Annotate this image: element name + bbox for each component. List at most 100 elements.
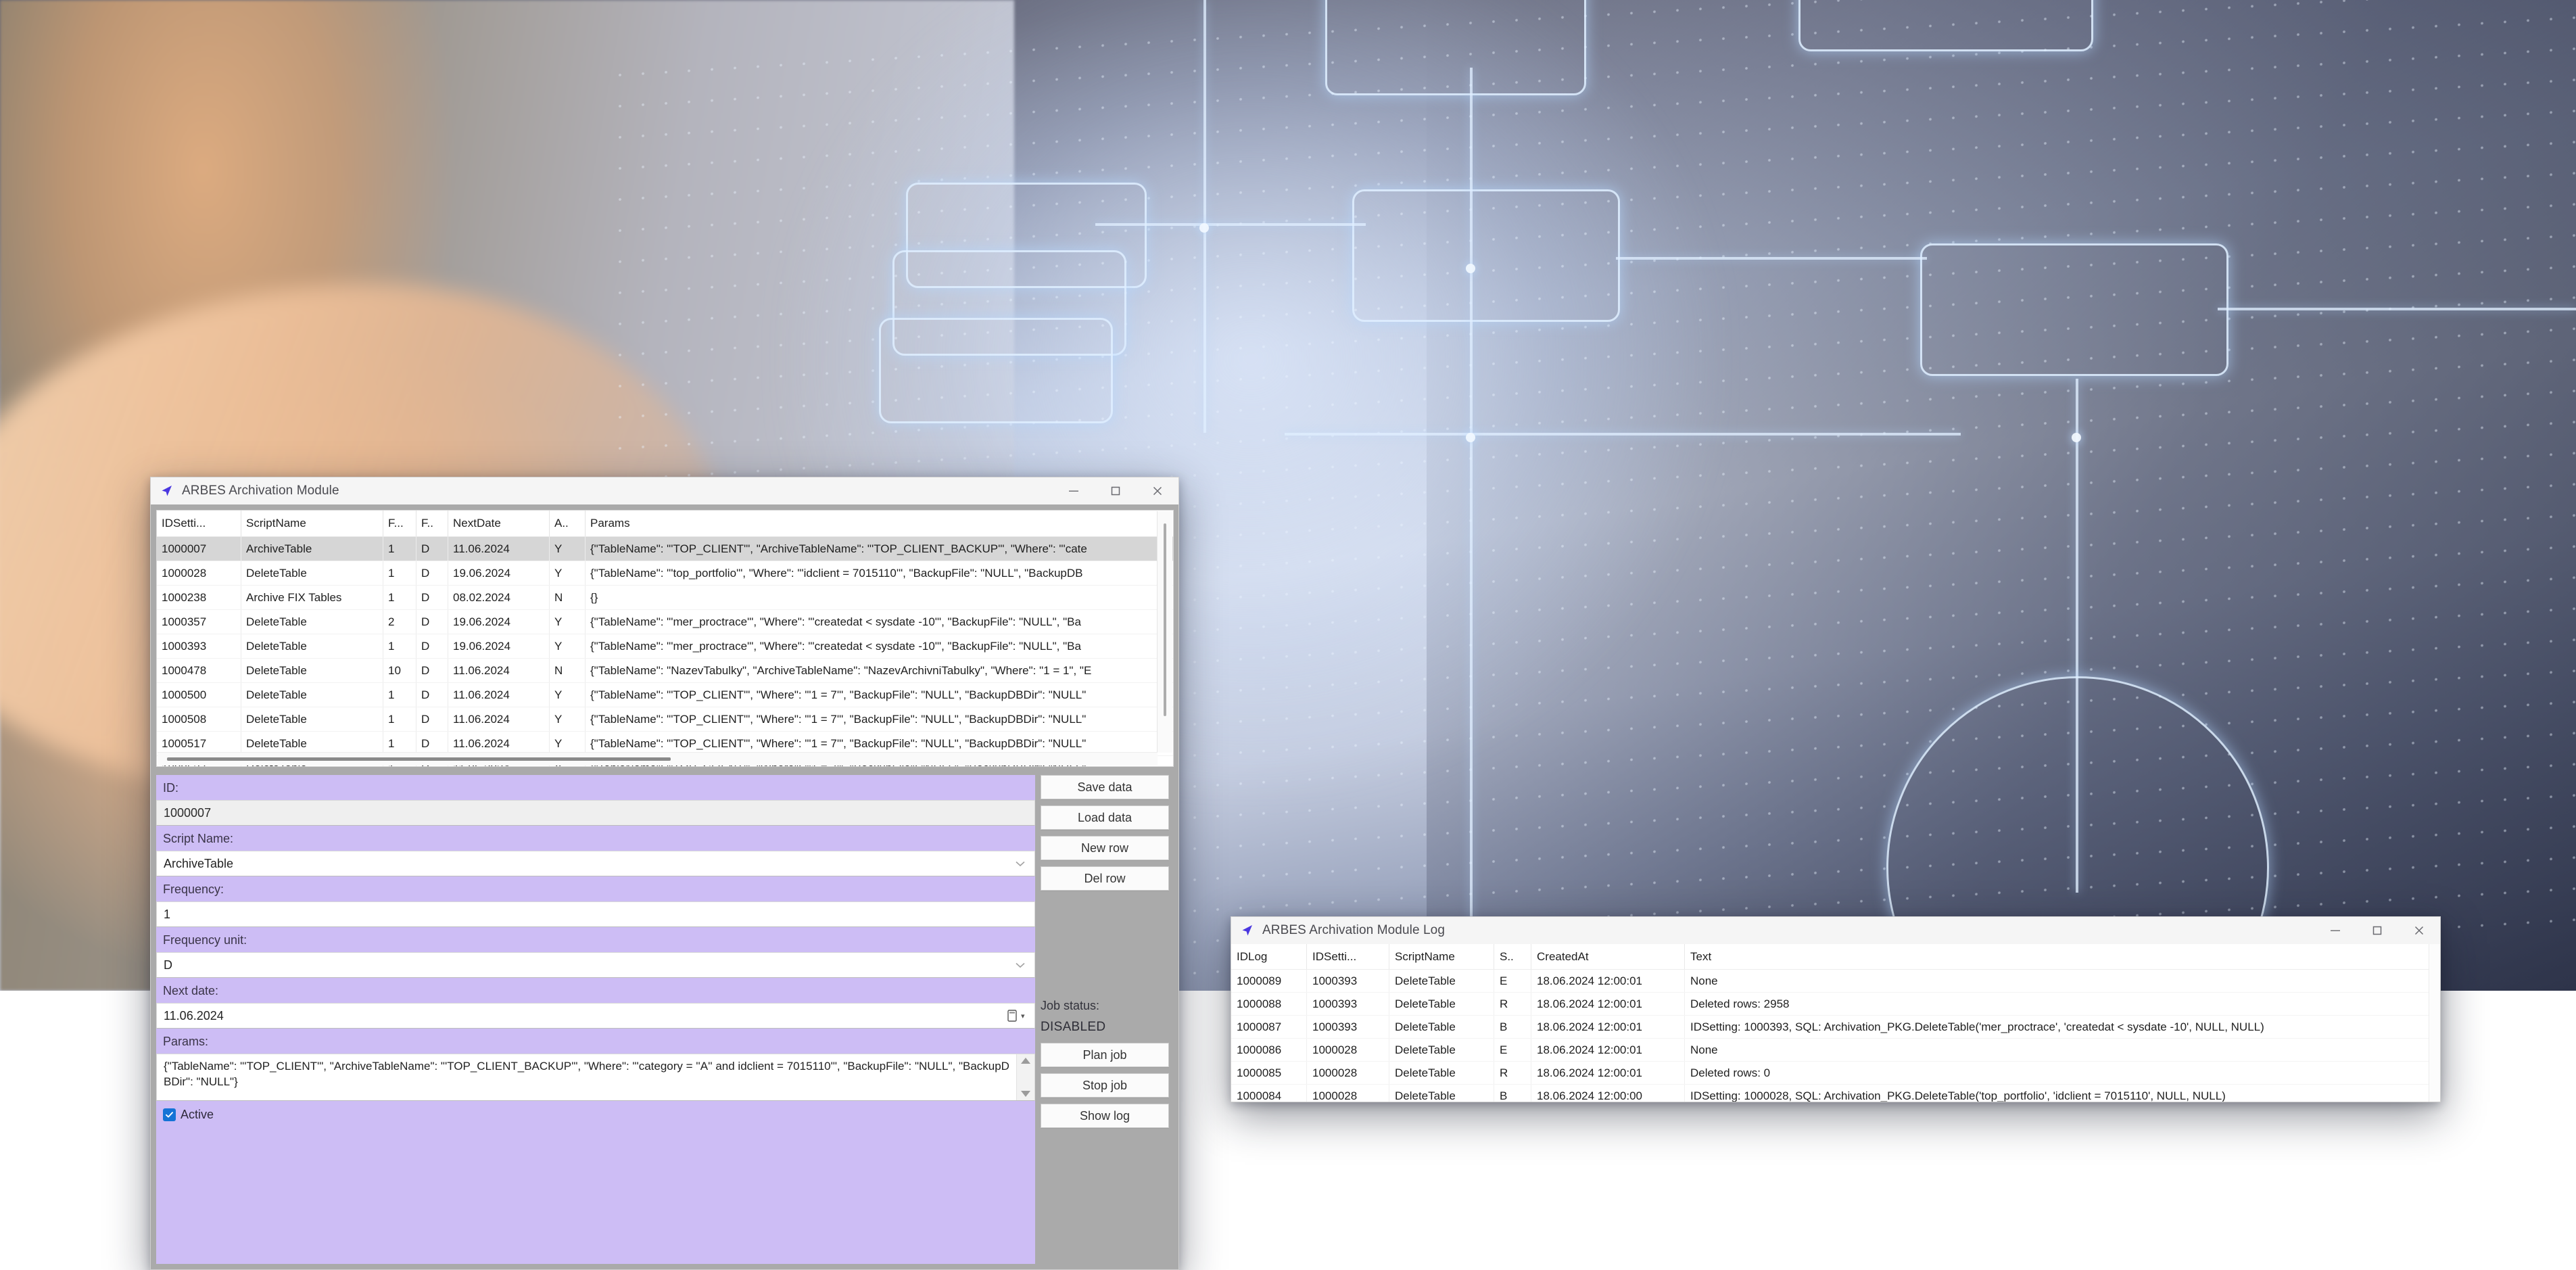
cell-frequency-unit: D: [416, 707, 448, 732]
col-idlog[interactable]: IDLog: [1231, 944, 1307, 970]
cell-scriptname: DeleteTable: [1389, 1015, 1494, 1039]
close-icon[interactable]: [1137, 477, 1178, 504]
col-frequency-unit[interactable]: F..: [416, 511, 448, 537]
table-row[interactable]: 1000393 DeleteTable 1 D 19.06.2024 Y {"T…: [157, 634, 1173, 659]
log-window-titlebar[interactable]: ARBES Archivation Module Log: [1231, 917, 2440, 945]
grid-vertical-scrollbar[interactable]: [1157, 511, 1172, 753]
table-row[interactable]: 1000357 DeleteTable 2 D 19.06.2024 Y {"T…: [157, 609, 1173, 634]
table-row[interactable]: 1000028 DeleteTable 1 D 19.06.2024 Y {"T…: [157, 561, 1173, 586]
del-row-button[interactable]: Del row: [1041, 866, 1169, 891]
stop-job-button[interactable]: Stop job: [1041, 1073, 1169, 1098]
params-scrollbar[interactable]: [1016, 1054, 1034, 1100]
settings-table: IDSetti... ScriptName F... F.. NextDate …: [157, 511, 1173, 766]
background-hud-line-v1: [1203, 0, 1206, 433]
col-frequency[interactable]: F...: [383, 511, 416, 537]
background-hud-node-1: [1466, 264, 1475, 273]
table-row[interactable]: 1000087 1000393 DeleteTable B 18.06.2024…: [1231, 1015, 2440, 1039]
close-icon[interactable]: [2398, 917, 2440, 944]
table-row[interactable]: 1000088 1000393 DeleteTable R 18.06.2024…: [1231, 992, 2440, 1016]
col-params[interactable]: Params: [585, 511, 1173, 537]
script-name-label: Script Name:: [163, 832, 234, 845]
cell-text: None: [1684, 1038, 2440, 1062]
frequency-unit-select[interactable]: D: [156, 952, 1035, 978]
date-dropdown-arrow-icon[interactable]: ▾: [1021, 1012, 1028, 1020]
cell-scriptname: DeleteTable: [241, 682, 383, 707]
cell-idsetting: 1000028: [1306, 1061, 1389, 1085]
table-row[interactable]: 1000478 DeleteTable 10 D 11.06.2024 N {"…: [157, 658, 1173, 683]
table-row[interactable]: 1000007 ArchiveTable 1 D 11.06.2024 Y {"…: [157, 536, 1173, 561]
scroll-up-arrow-icon[interactable]: [1021, 1058, 1030, 1064]
table-row[interactable]: 1000508 DeleteTable 1 D 11.06.2024 Y {"T…: [157, 707, 1173, 732]
script-name-select[interactable]: ArchiveTable: [156, 851, 1035, 876]
col-idsetting[interactable]: IDSetti...: [157, 511, 241, 537]
arbes-archivation-module-window[interactable]: ARBES Archivation Module IDSetti... Scri…: [150, 477, 1179, 1270]
col-nextdate[interactable]: NextDate: [448, 511, 550, 537]
col-text[interactable]: Text: [1684, 944, 2440, 970]
scroll-down-arrow-icon[interactable]: [1021, 1091, 1030, 1097]
main-window-titlebar[interactable]: ARBES Archivation Module: [151, 477, 1178, 505]
chevron-down-icon[interactable]: [1013, 856, 1028, 871]
cell-nextdate: 08.02.2024: [448, 585, 550, 610]
cell-params: {"TableName": "'top_portfolio'", "Where"…: [585, 561, 1173, 586]
next-date-value: 11.06.2024: [164, 1008, 224, 1022]
cell-frequency-unit: D: [416, 609, 448, 634]
cell-active: Y: [549, 609, 586, 634]
col-status[interactable]: S..: [1494, 944, 1531, 970]
field-next-date: Next date: 11.06.2024 ▾: [156, 978, 1035, 1029]
col-idsetting[interactable]: IDSetti...: [1306, 944, 1389, 970]
next-date-input[interactable]: 11.06.2024 ▾: [156, 1003, 1035, 1029]
id-label: ID:: [163, 781, 179, 795]
frequency-input[interactable]: 1: [156, 901, 1035, 927]
active-checkbox-row[interactable]: Active: [156, 1101, 1035, 1129]
table-row[interactable]: 1000500 DeleteTable 1 D 11.06.2024 Y {"T…: [157, 682, 1173, 707]
grid-horizontal-scrollbar[interactable]: [158, 752, 1158, 766]
minimize-icon[interactable]: [2314, 917, 2356, 944]
minimize-icon[interactable]: [1053, 477, 1095, 504]
table-row[interactable]: 1000089 1000393 DeleteTable E 18.06.2024…: [1231, 969, 2440, 993]
table-row[interactable]: 1000084 1000028 DeleteTable B 18.06.2024…: [1231, 1084, 2440, 1102]
id-field[interactable]: 1000007: [156, 800, 1035, 826]
grid-vscroll-thumb[interactable]: [1164, 523, 1166, 716]
col-scriptname[interactable]: ScriptName: [1389, 944, 1494, 970]
cell-idlog: 1000084: [1231, 1084, 1307, 1102]
cell-params: {"TableName": "'TOP_CLIENT'", "Where": "…: [585, 682, 1173, 707]
new-row-button[interactable]: New row: [1041, 836, 1169, 860]
col-active[interactable]: A..: [549, 511, 586, 537]
col-scriptname[interactable]: ScriptName: [241, 511, 383, 537]
cell-text: None: [1684, 969, 2440, 993]
cell-frequency: 10: [383, 658, 416, 683]
plan-job-button[interactable]: Plan job: [1041, 1043, 1169, 1067]
settings-grid[interactable]: IDSetti... ScriptName F... F.. NextDate …: [156, 510, 1174, 767]
load-data-button[interactable]: Load data: [1041, 805, 1169, 830]
cell-scriptname: DeleteTable: [1389, 1061, 1494, 1085]
table-row[interactable]: 1000086 1000028 DeleteTable E 18.06.2024…: [1231, 1038, 2440, 1062]
cell-createdat: 18.06.2024 12:00:01: [1531, 969, 1685, 993]
params-textarea[interactable]: {"TableName": "'TOP_CLIENT'", "ArchiveTa…: [156, 1054, 1035, 1101]
show-log-button[interactable]: Show log: [1041, 1104, 1169, 1128]
log-table-body: 1000089 1000393 DeleteTable E 18.06.2024…: [1231, 969, 2440, 1102]
script-name-value: ArchiveTable: [164, 856, 234, 870]
maximize-icon[interactable]: [2356, 917, 2398, 944]
cell-scriptname: DeleteTable: [1389, 992, 1494, 1016]
arbes-archivation-module-log-window[interactable]: ARBES Archivation Module Log IDLog IDSet…: [1231, 916, 2441, 1102]
job-status-value: DISABLED: [1041, 1020, 1106, 1034]
maximize-icon[interactable]: [1095, 477, 1137, 504]
background-hud-line-h3: [2218, 308, 2576, 310]
save-data-button[interactable]: Save data: [1041, 775, 1169, 799]
chevron-down-icon[interactable]: [1013, 958, 1028, 972]
grid-hscroll-thumb[interactable]: [167, 757, 671, 761]
field-id: ID: 1000007: [156, 775, 1035, 826]
col-createdat[interactable]: CreatedAt: [1531, 944, 1685, 970]
cell-frequency-unit: D: [416, 658, 448, 683]
cell-status: R: [1494, 992, 1531, 1016]
log-vertical-scrollbar[interactable]: [2429, 944, 2440, 1102]
calendar-icon[interactable]: [1005, 1008, 1019, 1023]
table-row[interactable]: 1000238 Archive FIX Tables 1 D 08.02.202…: [157, 585, 1173, 610]
cell-createdat: 18.06.2024 12:00:00: [1531, 1084, 1685, 1102]
checkbox-checked-icon[interactable]: [163, 1108, 176, 1121]
background-hud-node-3: [2072, 433, 2081, 442]
field-frequency-unit: Frequency unit: D: [156, 927, 1035, 978]
cell-active: Y: [549, 707, 586, 732]
settings-table-header-row: IDSetti... ScriptName F... F.. NextDate …: [157, 511, 1173, 537]
table-row[interactable]: 1000085 1000028 DeleteTable R 18.06.2024…: [1231, 1061, 2440, 1085]
